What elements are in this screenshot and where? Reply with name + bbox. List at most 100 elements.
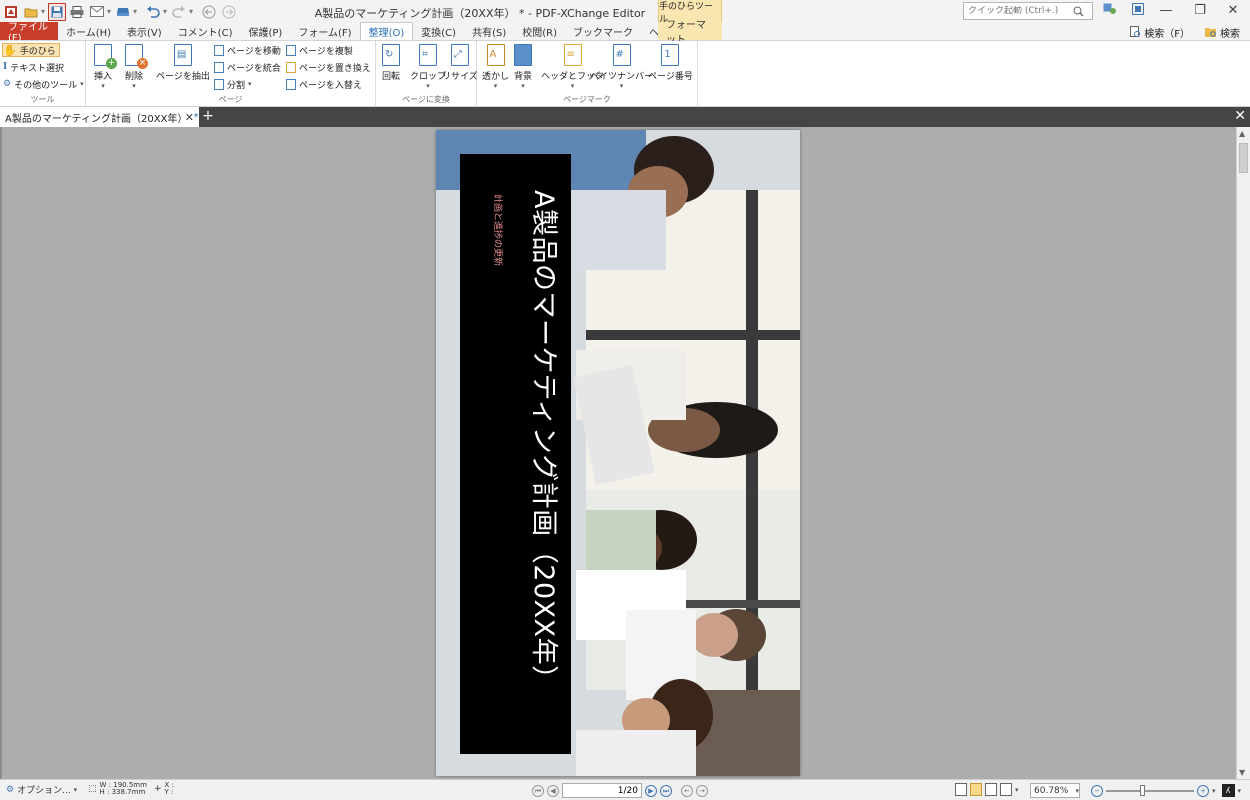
page-navigation: ⏮ ◀ ▶ ⏭ ← →	[532, 783, 708, 798]
view-mode-dropdown-icon[interactable]: ▾	[1015, 786, 1019, 794]
other-tools-button[interactable]: ⚙ その他のツール ▾	[3, 77, 84, 91]
zoom-out-icon[interactable]: −	[1091, 784, 1103, 797]
zoom-input[interactable]: 60.78% ▾	[1030, 783, 1080, 798]
merge-pages-button[interactable]: ページを統合	[214, 60, 281, 74]
delete-page-button[interactable]: × 削除 ▾	[125, 44, 148, 90]
insert-label: 挿入	[94, 72, 113, 82]
move-pages-button[interactable]: ページを移動	[214, 43, 281, 57]
chevron-down-icon: ▾	[493, 82, 498, 90]
replace-pages-button[interactable]: ページを置き換え	[286, 60, 371, 74]
customize-icon[interactable]	[1100, 3, 1120, 19]
tab-form[interactable]: フォーム(F)	[290, 22, 359, 40]
page-number-button[interactable]: 1 ページ番号	[648, 44, 693, 82]
scan-dropdown-icon[interactable]: ▾	[132, 7, 138, 16]
pdf-page[interactable]: A製品のマーケティング計画（20XX年） 計画と進捗の更新	[436, 130, 800, 776]
tab-comment[interactable]: コメント(C)	[170, 22, 241, 40]
restore-icon[interactable]: ❐	[1190, 3, 1210, 18]
text-cursor-icon: I	[3, 62, 8, 72]
forward-icon[interactable]	[220, 3, 238, 21]
watermark-button[interactable]: A 透かし ▾	[482, 44, 509, 90]
zoom-in-icon[interactable]: +	[1197, 784, 1209, 797]
email-dropdown-icon[interactable]: ▾	[106, 7, 112, 16]
tab-protect[interactable]: 保護(P)	[240, 22, 290, 40]
quick-launch-box[interactable]	[963, 2, 1093, 20]
continuous-facing-view-icon[interactable]	[1000, 783, 1012, 796]
close-tab-icon[interactable]: ✕	[185, 111, 194, 124]
scan-icon[interactable]	[114, 3, 132, 21]
tab-file[interactable]: ファイル(F)	[0, 22, 58, 44]
delete-label: 削除	[125, 72, 144, 82]
transform-group-label: ページに変換	[402, 95, 450, 104]
undo-icon[interactable]	[144, 3, 162, 21]
email-icon[interactable]	[88, 3, 106, 21]
scroll-thumb[interactable]	[1239, 143, 1248, 173]
zoom-slider[interactable]	[1106, 784, 1194, 796]
tab-organize[interactable]: 整理(O)	[359, 22, 414, 40]
tab-share[interactable]: 共有(S)	[464, 22, 514, 40]
page-group: + 挿入 ▾ × 削除 ▾ ▤ ページを抽出 ページを移動 ページを統合 分割 …	[86, 41, 376, 107]
logo-dropdown-icon[interactable]: ▾	[1238, 787, 1242, 795]
split-button[interactable]: 分割 ▾	[214, 77, 252, 91]
tab-review[interactable]: 校閲(R)	[514, 22, 565, 40]
rotate-button[interactable]: ↻ 回転	[382, 44, 400, 82]
minimize-icon[interactable]: —	[1156, 3, 1176, 18]
undo-dropdown-icon[interactable]: ▾	[162, 7, 168, 16]
find-button[interactable]: 検索（F）	[1130, 25, 1190, 40]
single-page-view-icon[interactable]	[955, 783, 967, 796]
tab-format[interactable]: フォーマット	[658, 20, 722, 46]
tools-group: ✋ 手のひら I テキスト選択 ⚙ その他のツール ▾ ツール	[0, 41, 86, 107]
background-button[interactable]: 背景 ▾	[514, 44, 532, 90]
search-button[interactable]: 検索	[1204, 25, 1240, 40]
quick-launch-input[interactable]	[968, 6, 1073, 16]
tab-bookmark[interactable]: ブックマーク	[565, 22, 641, 40]
facing-view-icon[interactable]	[985, 783, 997, 796]
previous-page-icon[interactable]: ◀	[547, 784, 559, 797]
scroll-up-icon[interactable]: ▲	[1239, 129, 1245, 138]
hand-tool-button[interactable]: ✋ 手のひら	[2, 43, 60, 57]
first-page-icon[interactable]: ⏮	[532, 784, 544, 797]
merge-label: ページを統合	[227, 63, 281, 74]
bates-number-button[interactable]: # ベイツナンバー ▾	[590, 44, 653, 90]
open-dropdown-icon[interactable]: ▾	[40, 7, 46, 16]
extract-label: ページを抽出	[156, 72, 210, 82]
split-icon	[214, 78, 224, 90]
find-label: 検索（F）	[1144, 28, 1190, 40]
insert-page-button[interactable]: + 挿入 ▾	[94, 44, 117, 90]
zoom-slider-knob[interactable]	[1139, 784, 1145, 796]
swap-pages-button[interactable]: ページを入替え	[286, 77, 362, 91]
page-marks-group-label: ページマーク	[563, 95, 611, 104]
tab-view[interactable]: 表示(V)	[119, 22, 170, 40]
vertical-scrollbar[interactable]: ▲ ▼	[1236, 127, 1250, 779]
page-height: H : 338.7mm	[99, 788, 146, 796]
close-window-icon[interactable]: ✕	[1223, 3, 1243, 18]
save-icon[interactable]	[48, 2, 66, 21]
tab-convert[interactable]: 変換(C)	[413, 22, 464, 40]
resize-button[interactable]: ⤢ リサイズ	[442, 44, 478, 82]
page-number-input[interactable]	[562, 783, 642, 798]
extract-pages-button[interactable]: ▤ ページを抽出	[156, 44, 210, 82]
select-text-label: テキスト選択	[10, 63, 64, 74]
continuous-view-icon[interactable]	[970, 783, 982, 796]
select-text-button[interactable]: I テキスト選択	[3, 60, 64, 74]
hand-icon: ✋	[3, 43, 17, 57]
watermark-label: 透かし	[482, 72, 510, 82]
options-button[interactable]: ⚙ オプション... ▾	[6, 783, 77, 797]
crop-button[interactable]: ⌗ クロップ ▾	[410, 44, 446, 90]
print-icon[interactable]	[68, 3, 86, 21]
new-tab-icon[interactable]: +	[201, 109, 215, 125]
redo-icon[interactable]	[170, 3, 188, 21]
zoom-dropdown-icon[interactable]: ▾	[1212, 787, 1216, 795]
menu-bar: ファイル(F) ホーム(H) 表示(V) コメント(C) 保護(P) フォーム(…	[0, 20, 1250, 46]
fullscreen-icon[interactable]	[1128, 3, 1148, 19]
back-icon[interactable]	[200, 3, 218, 21]
next-page-icon[interactable]: ▶	[645, 784, 657, 797]
redo-dropdown-icon[interactable]: ▾	[188, 7, 194, 16]
scroll-down-icon[interactable]: ▼	[1239, 768, 1245, 777]
document-tab[interactable]: A製品のマーケティング計画（20XX年） * ✕	[0, 107, 199, 127]
last-page-icon[interactable]: ⏭	[660, 784, 672, 797]
duplicate-pages-button[interactable]: ページを複製	[286, 43, 353, 57]
close-document-icon[interactable]: ✕	[1234, 108, 1246, 124]
previous-view-icon[interactable]: ←	[681, 784, 693, 797]
tab-home[interactable]: ホーム(H)	[58, 22, 119, 40]
next-view-icon[interactable]: →	[696, 784, 708, 797]
